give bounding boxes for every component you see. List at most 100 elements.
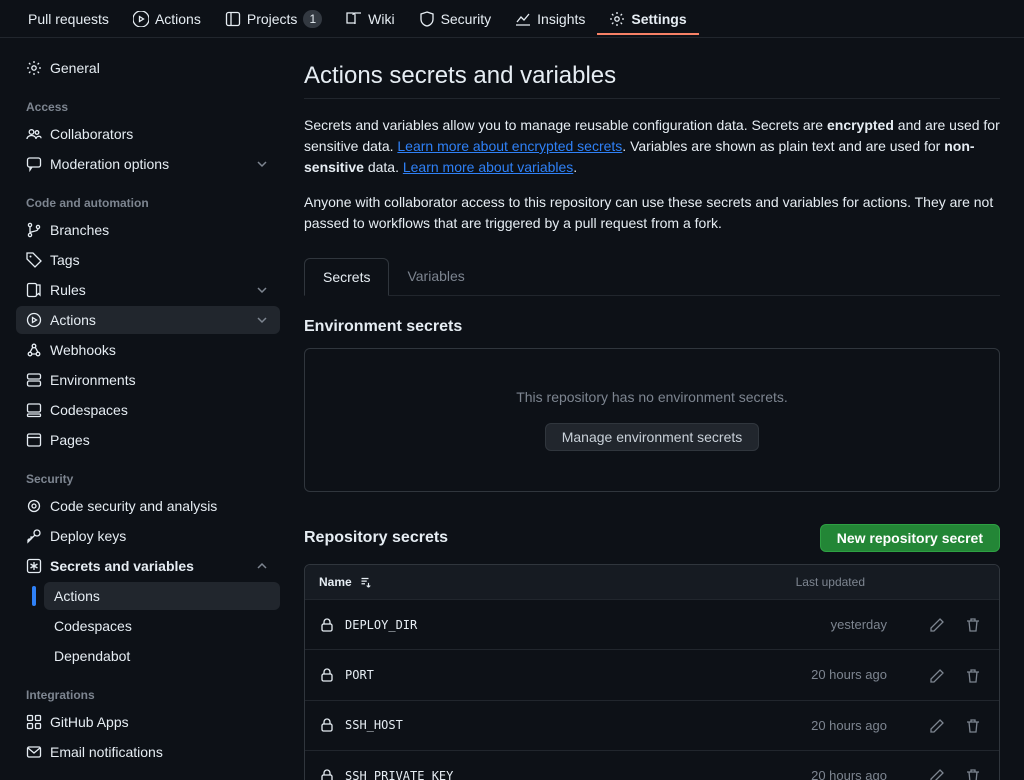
environment-secrets-heading: Environment secrets (304, 318, 1000, 336)
graph-icon (515, 11, 531, 27)
sidebar-branches[interactable]: Branches (16, 216, 280, 244)
tab-settings[interactable]: Settings (597, 3, 698, 35)
nav-label: Projects (247, 11, 298, 27)
nav-label: Security (441, 11, 492, 27)
sidebar-heading-code: Code and automation (16, 180, 280, 216)
delete-secret-button[interactable] (961, 662, 985, 687)
secret-updated: yesterday (831, 617, 887, 632)
chevron-down-icon (254, 156, 270, 172)
edit-secret-button[interactable] (925, 713, 949, 738)
delete-secret-button[interactable] (961, 763, 985, 780)
trash-icon (965, 617, 981, 633)
trash-icon (965, 668, 981, 684)
webhook-icon (26, 342, 42, 358)
chevron-down-icon (254, 282, 270, 298)
sidebar-environments[interactable]: Environments (16, 366, 280, 394)
th-name[interactable]: Name (319, 575, 372, 589)
gear-icon (609, 11, 625, 27)
project-icon (225, 11, 241, 27)
sidebar-sv-codespaces[interactable]: Codespaces (44, 612, 280, 640)
link-encrypted-secrets[interactable]: Learn more about encrypted secrets (397, 138, 622, 154)
gear-icon (26, 60, 42, 76)
sidebar-code-security[interactable]: Code security and analysis (16, 492, 280, 520)
tag-icon (26, 252, 42, 268)
tab-insights[interactable]: Insights (503, 3, 597, 35)
sidebar-label: Email notifications (50, 744, 163, 760)
new-repository-secret-button[interactable]: New repository secret (820, 524, 1000, 552)
sidebar-heading-security: Security (16, 456, 280, 492)
table-row: PORT20 hours ago (305, 650, 999, 700)
tab-secrets[interactable]: Secrets (304, 258, 389, 296)
settings-sidebar: General Access Collaborators Moderation … (0, 38, 296, 780)
sidebar-label: Actions (50, 312, 96, 328)
secret-name: DEPLOY_DIR (319, 617, 417, 633)
tab-variables[interactable]: Variables (389, 258, 482, 295)
book-icon (346, 11, 362, 27)
sidebar-tags[interactable]: Tags (16, 246, 280, 274)
secret-updated: 20 hours ago (811, 768, 887, 780)
sidebar-collaborators[interactable]: Collaborators (16, 120, 280, 148)
key-icon (26, 528, 42, 544)
tab-pull-requests[interactable]: Pull requests (16, 3, 121, 35)
apps-icon (26, 714, 42, 730)
edit-secret-button[interactable] (925, 662, 949, 687)
description-1: Secrets and variables allow you to manag… (304, 115, 1000, 178)
sidebar-label: Branches (50, 222, 109, 238)
sidebar-codespaces[interactable]: Codespaces (16, 396, 280, 424)
play-icon (26, 312, 42, 328)
sidebar-label: Rules (50, 282, 86, 298)
secrets-table: Name Last updated DEPLOY_DIR yesterday POR… (304, 564, 1000, 780)
play-icon (133, 11, 149, 27)
th-updated: Last updated (796, 575, 865, 589)
sidebar-pages[interactable]: Pages (16, 426, 280, 454)
sidebar-label: Webhooks (50, 342, 116, 358)
lock-icon (319, 617, 335, 633)
mail-icon (26, 744, 42, 760)
browser-icon (26, 432, 42, 448)
codespaces-icon (26, 402, 42, 418)
link-variables[interactable]: Learn more about variables (403, 159, 573, 175)
edit-secret-button[interactable] (925, 763, 949, 780)
comment-icon (26, 156, 42, 172)
sidebar-github-apps[interactable]: GitHub Apps (16, 708, 280, 736)
people-icon (26, 126, 42, 142)
sidebar-actions[interactable]: Actions (16, 306, 280, 334)
tab-actions[interactable]: Actions (121, 3, 213, 35)
sidebar-moderation[interactable]: Moderation options (16, 150, 280, 178)
sidebar-label: General (50, 60, 100, 76)
nav-label: Settings (631, 11, 686, 27)
delete-secret-button[interactable] (961, 713, 985, 738)
description-2: Anyone with collaborator access to this … (304, 192, 1000, 234)
chevron-up-icon (254, 558, 270, 574)
shield-icon (419, 11, 435, 27)
sidebar-sv-actions[interactable]: Actions (44, 582, 280, 610)
chevron-down-icon (254, 312, 270, 328)
page-title: Actions secrets and variables (304, 62, 1000, 99)
sidebar-label: Tags (50, 252, 80, 268)
sidebar-rules[interactable]: Rules (16, 276, 280, 304)
secret-name: SSH_HOST (319, 717, 403, 733)
sidebar-label: Moderation options (50, 156, 169, 172)
sidebar-sv-dependabot[interactable]: Dependabot (44, 642, 280, 670)
sidebar-general[interactable]: General (16, 54, 280, 82)
nav-label: Actions (155, 11, 201, 27)
tab-security[interactable]: Security (407, 3, 504, 35)
sidebar-secrets-variables[interactable]: Secrets and variables (16, 552, 280, 580)
lock-icon (319, 717, 335, 733)
lock-icon (319, 768, 335, 780)
secret-updated: 20 hours ago (811, 667, 887, 682)
sidebar-webhooks[interactable]: Webhooks (16, 336, 280, 364)
sidebar-label: Secrets and variables (50, 558, 194, 574)
delete-secret-button[interactable] (961, 612, 985, 637)
manage-env-secrets-button[interactable]: Manage environment secrets (545, 423, 760, 451)
repo-secrets-header: Repository secrets New repository secret (304, 524, 1000, 552)
tab-projects[interactable]: Projects 1 (213, 2, 334, 36)
sidebar-deploy-keys[interactable]: Deploy keys (16, 522, 280, 550)
sidebar-heading-access: Access (16, 84, 280, 120)
edit-secret-button[interactable] (925, 612, 949, 637)
repository-secrets-heading: Repository secrets (304, 529, 448, 547)
tab-bar: Secrets Variables (304, 258, 1000, 296)
tab-wiki[interactable]: Wiki (334, 3, 406, 35)
repo-top-nav: Pull requests Actions Projects 1 Wiki Se… (0, 0, 1024, 38)
sidebar-email-notifications[interactable]: Email notifications (16, 738, 280, 766)
